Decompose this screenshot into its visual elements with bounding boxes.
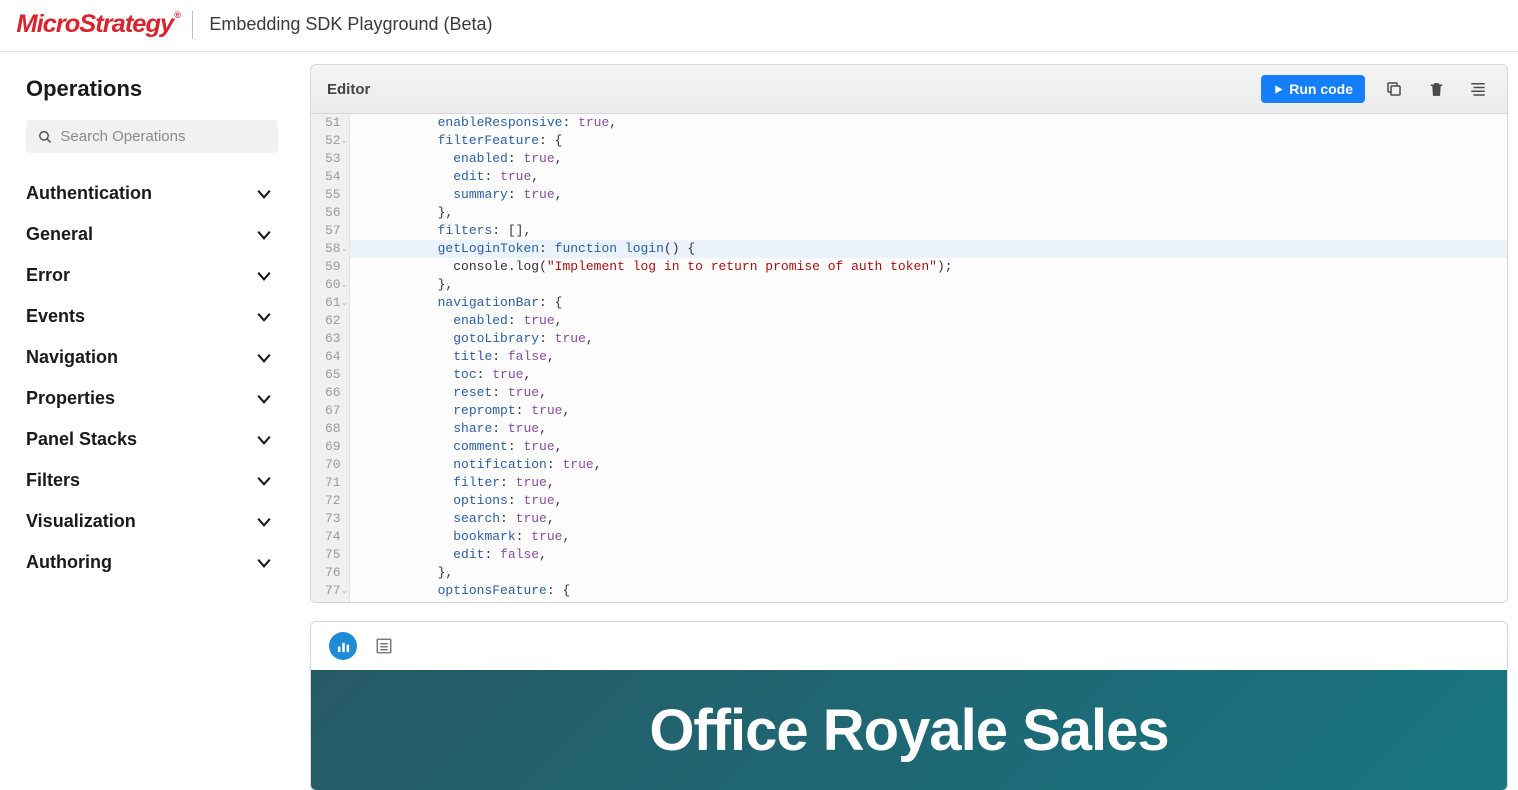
- category-label: Visualization: [26, 511, 136, 532]
- preview-list-tab[interactable]: [373, 635, 395, 657]
- sidebar-category-general[interactable]: General: [26, 214, 278, 255]
- logo: MicroStrategy®: [16, 10, 180, 39]
- chevron-down-icon: [254, 225, 274, 245]
- editor-title: Editor: [327, 81, 370, 98]
- copy-button[interactable]: [1381, 76, 1407, 102]
- chevron-down-icon: [254, 389, 274, 409]
- chevron-down-icon: [254, 348, 274, 368]
- format-icon: [1469, 80, 1487, 98]
- code-editor[interactable]: 5152⌄535455565758⌄5960⌄61⌄62636465666768…: [311, 114, 1507, 602]
- category-label: Navigation: [26, 347, 118, 368]
- trash-icon: [1428, 81, 1445, 98]
- app-header: MicroStrategy® Embedding SDK Playground …: [0, 0, 1518, 52]
- sidebar-category-properties[interactable]: Properties: [26, 378, 278, 419]
- preview-hero-title: Office Royale Sales: [649, 697, 1168, 764]
- sidebar-category-panel-stacks[interactable]: Panel Stacks: [26, 419, 278, 460]
- category-label: Panel Stacks: [26, 429, 137, 450]
- chevron-down-icon: [254, 430, 274, 450]
- header-divider: [192, 11, 193, 39]
- category-label: Error: [26, 265, 70, 286]
- app-subtitle: Embedding SDK Playground (Beta): [209, 14, 492, 35]
- format-button[interactable]: [1465, 76, 1491, 102]
- editor-header: Editor Run code: [311, 65, 1507, 114]
- sidebar-category-filters[interactable]: Filters: [26, 460, 278, 501]
- sidebar-category-authentication[interactable]: Authentication: [26, 173, 278, 214]
- category-label: Properties: [26, 388, 115, 409]
- sidebar-category-navigation[interactable]: Navigation: [26, 337, 278, 378]
- bar-chart-icon: [336, 639, 351, 654]
- chevron-down-icon: [254, 553, 274, 573]
- code-body[interactable]: enableResponsive: true, filterFeature: {…: [350, 114, 1507, 602]
- search-wrap[interactable]: [26, 120, 278, 153]
- play-icon: [1273, 84, 1284, 95]
- search-input[interactable]: [60, 128, 266, 145]
- sidebar-category-error[interactable]: Error: [26, 255, 278, 296]
- preview-panel: Office Royale Sales: [310, 621, 1508, 790]
- sidebar-category-events[interactable]: Events: [26, 296, 278, 337]
- sidebar: Operations Authentication General Error Eve…: [0, 52, 300, 790]
- category-label: Filters: [26, 470, 80, 491]
- preview-toolbar: [311, 622, 1507, 670]
- category-label: General: [26, 224, 93, 245]
- run-code-button[interactable]: Run code: [1261, 75, 1365, 103]
- sidebar-category-visualization[interactable]: Visualization: [26, 501, 278, 542]
- chevron-down-icon: [254, 471, 274, 491]
- search-icon: [38, 129, 52, 145]
- category-label: Events: [26, 306, 85, 327]
- editor-panel: Editor Run code 5152⌄535455565758⌄5960⌄6…: [310, 64, 1508, 603]
- category-label: Authoring: [26, 552, 112, 573]
- list-icon: [375, 637, 393, 655]
- line-gutter: 5152⌄535455565758⌄5960⌄61⌄62636465666768…: [311, 114, 350, 602]
- chevron-down-icon: [254, 512, 274, 532]
- run-label: Run code: [1289, 81, 1353, 97]
- chevron-down-icon: [254, 266, 274, 286]
- copy-icon: [1385, 80, 1403, 98]
- delete-button[interactable]: [1423, 76, 1449, 102]
- preview-chart-tab[interactable]: [329, 632, 357, 660]
- category-label: Authentication: [26, 183, 152, 204]
- chevron-down-icon: [254, 184, 274, 204]
- main-area: Editor Run code 5152⌄535455565758⌄5960⌄6…: [300, 52, 1518, 790]
- chevron-down-icon: [254, 307, 274, 327]
- sidebar-category-authoring[interactable]: Authoring: [26, 542, 278, 583]
- preview-hero: Office Royale Sales: [311, 670, 1507, 790]
- sidebar-title: Operations: [26, 76, 278, 102]
